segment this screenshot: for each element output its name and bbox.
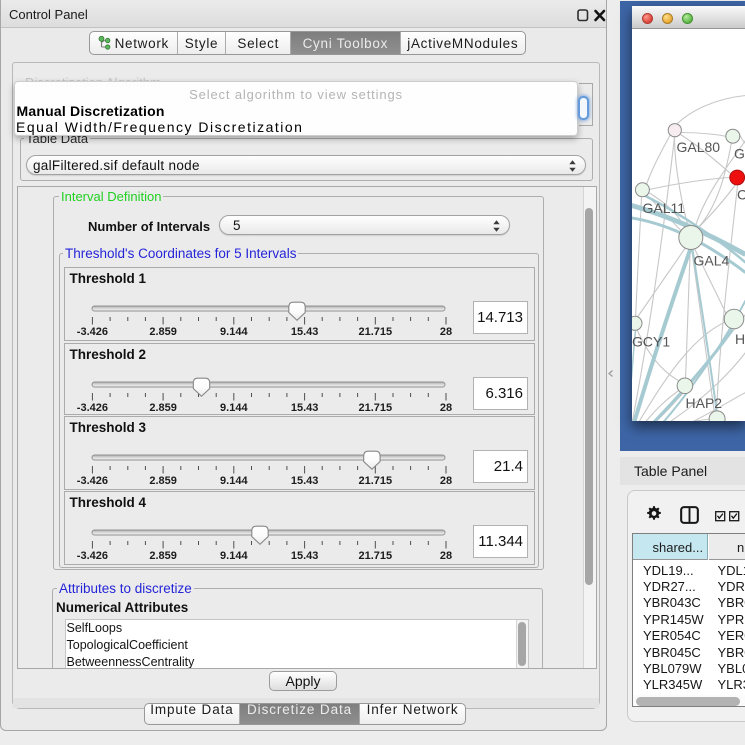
- svg-text:21.715: 21.715: [358, 550, 392, 562]
- svg-text:21.715: 21.715: [358, 402, 392, 414]
- svg-text:28: 28: [440, 326, 452, 338]
- svg-text:2.859: 2.859: [149, 402, 177, 414]
- svg-text:-3.426: -3.426: [77, 402, 108, 414]
- svg-text:GAL80: GAL80: [676, 139, 720, 155]
- svg-text:28: 28: [440, 402, 452, 414]
- svg-text:2.859: 2.859: [149, 550, 177, 562]
- svg-text:9.144: 9.144: [220, 402, 248, 414]
- svg-text:HAP2: HAP2: [685, 395, 722, 411]
- svg-text:-3.426: -3.426: [77, 326, 108, 338]
- svg-text:GAL4: GAL4: [693, 253, 729, 269]
- svg-text:GCY1: GCY1: [632, 334, 670, 350]
- svg-text:21.715: 21.715: [358, 326, 392, 338]
- svg-text:C: C: [737, 187, 745, 203]
- svg-text:28: 28: [440, 550, 452, 562]
- svg-text:9.144: 9.144: [220, 475, 248, 487]
- svg-text:9.144: 9.144: [220, 550, 248, 562]
- svg-text:2.859: 2.859: [149, 326, 177, 338]
- svg-text:9.144: 9.144: [220, 326, 248, 338]
- svg-text:15.43: 15.43: [291, 402, 319, 414]
- svg-text:GAL11: GAL11: [642, 200, 685, 216]
- svg-text:-3.426: -3.426: [77, 550, 108, 562]
- svg-text:HI: HI: [735, 331, 745, 347]
- svg-text:GA: GA: [734, 146, 745, 162]
- svg-text:2.859: 2.859: [149, 475, 177, 487]
- svg-text:15.43: 15.43: [291, 475, 319, 487]
- svg-text:15.43: 15.43: [291, 326, 319, 338]
- svg-text:28: 28: [440, 475, 452, 487]
- svg-text:21.715: 21.715: [358, 475, 392, 487]
- svg-text:15.43: 15.43: [291, 550, 319, 562]
- svg-text:-3.426: -3.426: [77, 475, 108, 487]
